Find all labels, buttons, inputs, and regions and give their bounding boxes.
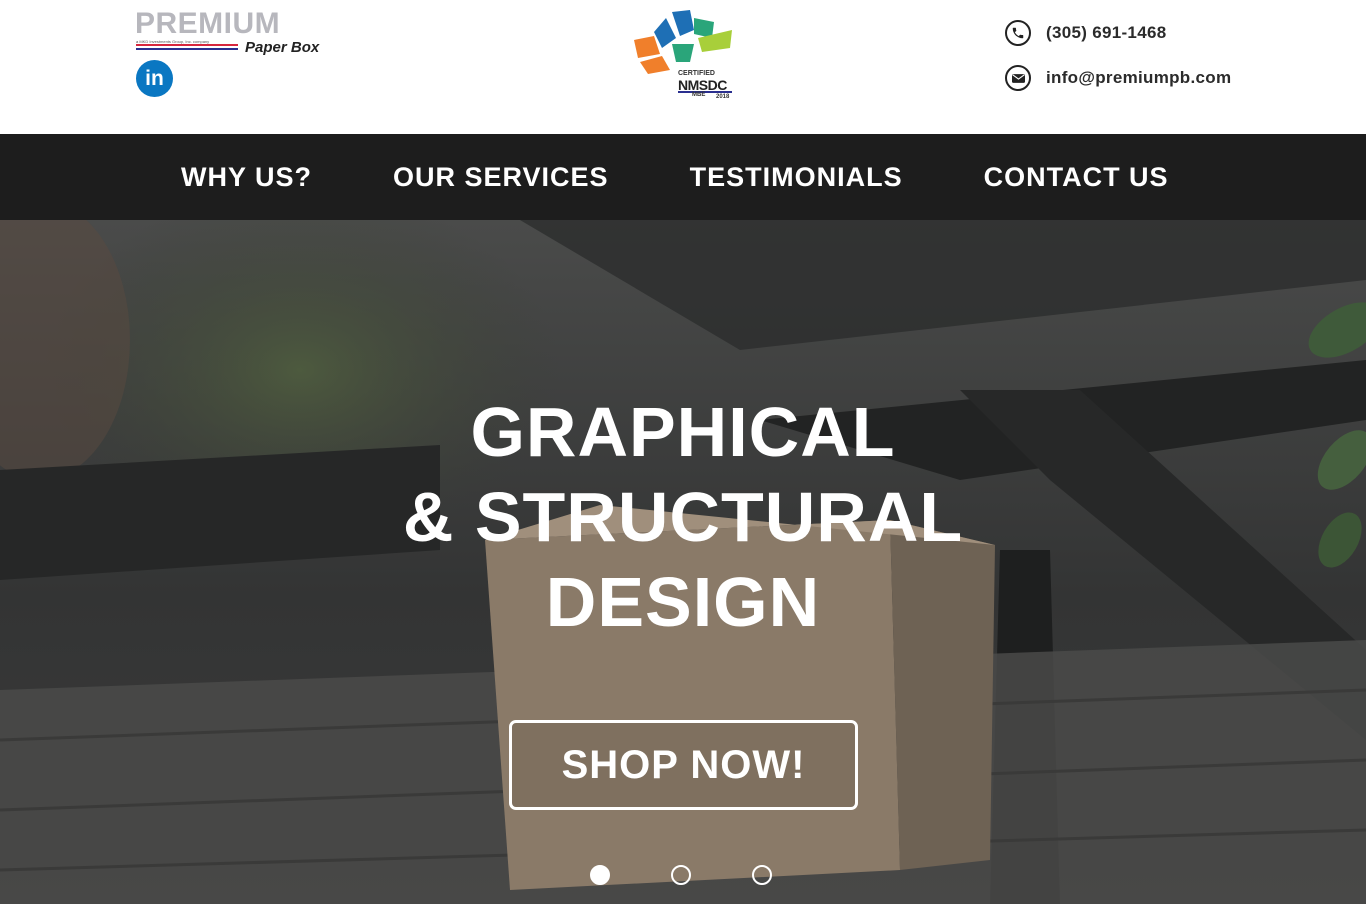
slider-dot-3[interactable] [752,865,772,885]
linkedin-icon[interactable]: in [136,60,173,97]
nav-item-testimonials[interactable]: TESTIMONIALS [690,162,903,193]
phone-icon [1005,20,1031,46]
badge-certified: CERTIFIED [678,70,715,77]
slider-dot-1[interactable] [590,865,610,885]
envelope-icon [1005,65,1031,91]
phone-number[interactable]: (305) 691-1468 [1046,23,1166,43]
shop-now-button[interactable]: SHOP NOW! [509,720,858,810]
slider-dots [590,865,833,885]
hero-title-line-3: DESIGN [545,563,821,641]
site-header: PREMIUM a MKD Investments Group, Inc. co… [0,0,1366,134]
contact-phone[interactable]: (305) 691-1468 [1005,18,1231,48]
badge-graphic-icon [634,10,732,74]
brand-stripe [136,44,238,50]
nav-item-our-services[interactable]: OUR SERVICES [393,162,609,193]
badge-year: 2018 [716,94,730,100]
nav-item-contact-us[interactable]: CONTACT US [984,162,1169,193]
brand-tagline: a MKD Investments Group, Inc. company [136,39,210,44]
hero-title-line-2: & STRUCTURAL [402,478,964,556]
email-address[interactable]: info@premiumpb.com [1046,68,1231,88]
badge-mbe: MBE [692,92,706,98]
brand-logo[interactable]: PREMIUM a MKD Investments Group, Inc. co… [135,7,335,57]
contact-email[interactable]: info@premiumpb.com [1005,63,1231,93]
contact-info: (305) 691-1468 info@premiumpb.com [1005,18,1231,108]
brand-sub: Paper Box [245,39,320,56]
main-navigation: WHY US? OUR SERVICES TESTIMONIALS CONTAC… [0,134,1366,220]
hero-title-line-1: GRAPHICAL [470,393,896,471]
slider-dot-2[interactable] [671,865,691,885]
brand-name: PREMIUM [135,7,281,40]
nav-item-why-us[interactable]: WHY US? [181,162,312,193]
hero-title: GRAPHICAL & STRUCTURAL DESIGN [0,390,1366,645]
nmsdc-certification-badge: CERTIFIED NMSDC MBE 2018 [632,8,736,104]
hero-slider: GRAPHICAL & STRUCTURAL DESIGN SHOP NOW! [0,220,1366,904]
